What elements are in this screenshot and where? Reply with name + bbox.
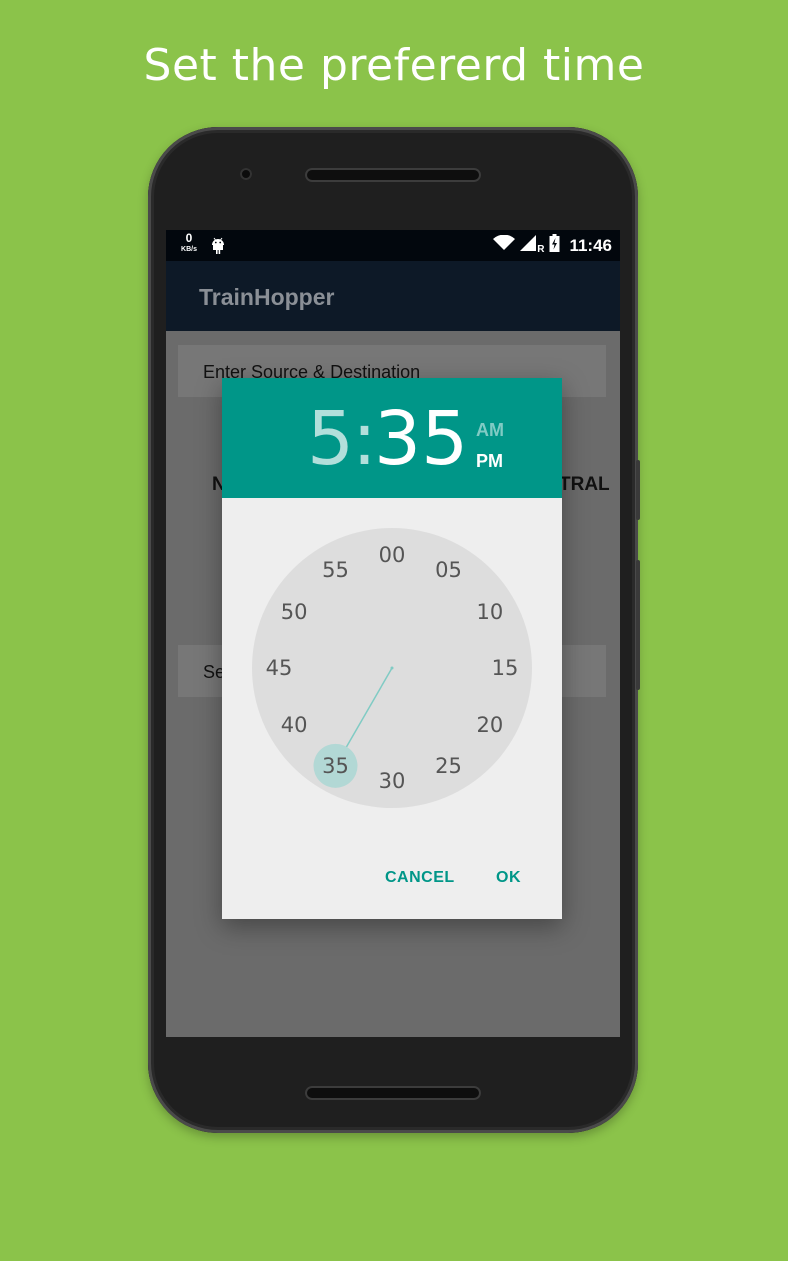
dial-number-00[interactable]: 00 — [372, 542, 412, 568]
dial-number-10[interactable]: 10 — [470, 599, 510, 625]
dial-number-45[interactable]: 45 — [259, 655, 299, 681]
power-button — [636, 560, 640, 690]
dial-number-50[interactable]: 50 — [274, 599, 314, 625]
network-type-label: R — [537, 244, 545, 255]
app-title: TrainHopper — [199, 284, 335, 310]
dial-number-20[interactable]: 20 — [470, 712, 510, 738]
network-speed: 0 KB/s — [178, 231, 200, 255]
front-camera — [240, 168, 252, 180]
network-speed-value: 0 — [185, 231, 193, 245]
dial-number-25[interactable]: 25 — [429, 753, 469, 779]
cancel-button[interactable]: CANCEL — [385, 869, 455, 887]
ok-button[interactable]: OK — [496, 869, 521, 887]
dial-number-15[interactable]: 15 — [485, 655, 525, 681]
dial-number-05[interactable]: 05 — [429, 557, 469, 583]
dial-number-35[interactable]: 35 — [316, 753, 356, 779]
signal-icon — [520, 235, 537, 256]
bottom-speaker — [305, 1086, 481, 1100]
dial-number-40[interactable]: 40 — [274, 712, 314, 738]
destination-station-fragment: TRAL — [559, 474, 610, 495]
android-icon — [210, 236, 226, 259]
dial-number-55[interactable]: 55 — [316, 557, 356, 583]
network-speed-unit: KB/s — [181, 246, 197, 253]
headline: Set the prefererd time — [143, 40, 645, 91]
clock-center-dot — [390, 666, 394, 670]
volume-button — [636, 460, 640, 520]
top-speaker — [305, 168, 481, 182]
minute-dial[interactable]: 00 05 10 15 20 25 30 35 40 45 50 55 — [252, 528, 532, 808]
wifi-icon — [493, 234, 516, 256]
dial-number-30[interactable]: 30 — [372, 768, 412, 794]
time-picker-dialog: 5 : 35 AM PM 00 05 10 15 20 25 30 35 40 45 50 55 CA… — [222, 378, 562, 919]
time-picker-header: 5 : 35 AM PM — [222, 378, 562, 498]
app-bar: TrainHopper — [166, 261, 620, 331]
hour-display[interactable]: 5 — [307, 396, 354, 482]
status-bar: 0 KB/s R 11:46 — [166, 230, 620, 261]
status-icons: R 11:46 — [493, 230, 612, 261]
pm-toggle[interactable]: PM — [476, 451, 503, 472]
am-toggle[interactable]: AM — [476, 420, 504, 441]
battery-charging-icon — [549, 234, 560, 257]
status-clock: 11:46 — [569, 235, 612, 255]
minute-display[interactable]: 35 — [374, 396, 468, 482]
